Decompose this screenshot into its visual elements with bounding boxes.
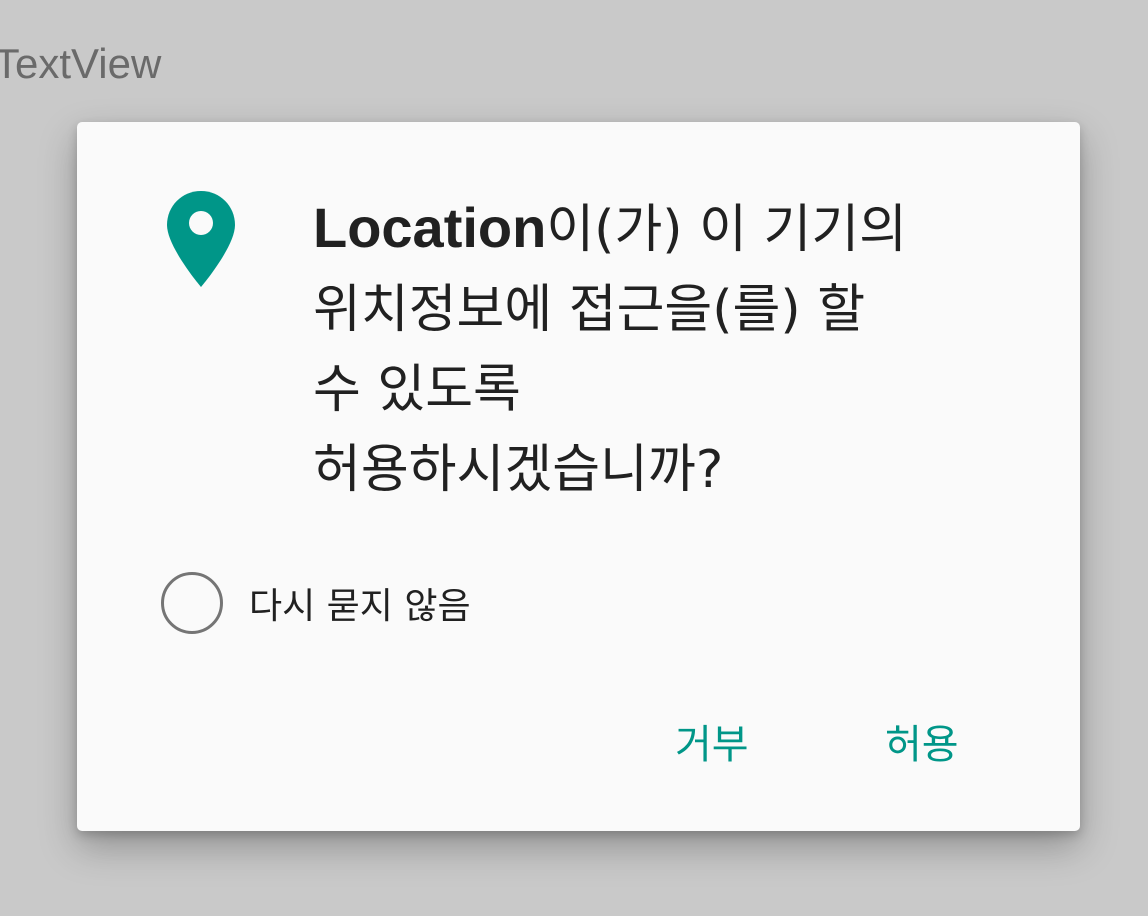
background-textview: TextView <box>0 40 162 87</box>
dont-ask-again-label: 다시 묻지 않음 <box>249 586 471 627</box>
allow-button[interactable]: 허용 <box>885 712 959 770</box>
message-line-1-rest: 이(가) 이 기기의 <box>546 200 908 260</box>
location-pin-icon <box>165 189 237 289</box>
dont-ask-again-radio[interactable] <box>161 572 223 634</box>
message-line-4: 허용하시겠습니까? <box>313 440 724 500</box>
message-line-1: Location이(가) 이 기기의 <box>313 188 1033 270</box>
deny-button[interactable]: 거부 <box>675 712 749 770</box>
app-name: Location <box>313 196 547 259</box>
dont-ask-again-option[interactable]: 다시 묻지 않음 <box>161 572 471 634</box>
permission-dialog: Location이(가) 이 기기의 위치정보에 접근을(를) 할 수 있도록 … <box>77 122 1080 831</box>
message-line-3: 수 있도록 <box>313 360 521 420</box>
message-line-2: 위치정보에 접근을(를) 할 <box>313 280 866 340</box>
permission-message: Location이(가) 이 기기의 위치정보에 접근을(를) 할 수 있도록 … <box>313 188 1033 510</box>
